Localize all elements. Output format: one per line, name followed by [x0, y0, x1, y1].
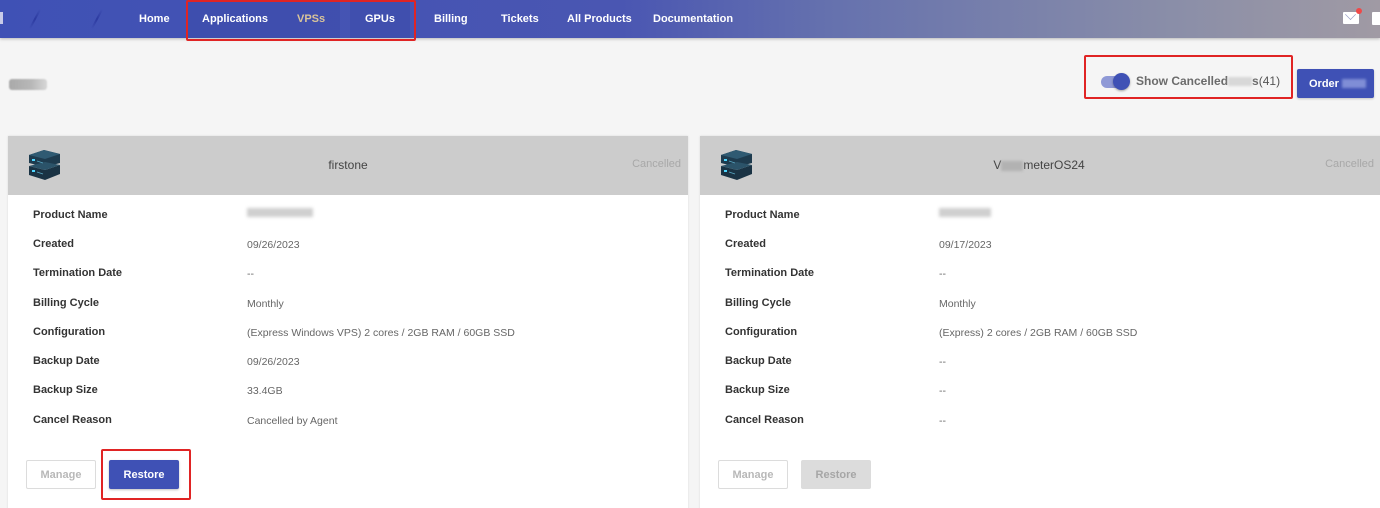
value-backup-size: 33.4GB [247, 385, 283, 397]
card-status: Cancelled [1325, 158, 1374, 170]
card-header: firstone Cancelled [8, 136, 688, 195]
manage-button[interactable]: Manage [718, 460, 788, 489]
nav-documentation[interactable]: Documentation [653, 0, 733, 38]
nav-applications[interactable]: Applications [188, 0, 283, 38]
cancelled-count: (41) [1258, 74, 1281, 88]
manage-button[interactable]: Manage [26, 460, 96, 489]
restore-button[interactable]: Restore [801, 460, 871, 489]
show-cancelled-label: Show Cancelled s(41) [1136, 74, 1280, 88]
label-backup-size: Backup Size [33, 384, 98, 396]
label-configuration: Configuration [725, 326, 798, 338]
label-product-name: Product Name [725, 209, 800, 221]
notification-dot [1356, 8, 1362, 14]
toggle-label-suffix: s [1252, 74, 1259, 88]
label-termination-date: Termination Date [725, 267, 815, 279]
nav-gpus[interactable]: GPUs [350, 0, 410, 38]
label-cancel-reason: Cancel Reason [33, 414, 112, 426]
label-backup-date: Backup Date [725, 355, 792, 367]
value-created: 09/17/2023 [939, 239, 992, 251]
value-cancel-reason: Cancelled by Agent [247, 415, 338, 427]
label-backup-size: Backup Size [725, 384, 790, 396]
value-backup-date: -- [939, 356, 946, 368]
order-button[interactable]: Order [1297, 69, 1374, 98]
toggle-label-text: Show Cancelled [1136, 74, 1229, 88]
value-product-name [247, 208, 313, 220]
label-termination-date: Termination Date [33, 267, 123, 279]
page-title-redacted [9, 79, 47, 90]
value-termination-date: -- [939, 268, 946, 280]
value-created: 09/26/2023 [247, 239, 300, 251]
vps-card: firstone Cancelled Product Name Created … [8, 136, 688, 508]
label-configuration: Configuration [33, 326, 106, 338]
nav-tickets[interactable]: Tickets [501, 0, 539, 38]
value-backup-date: 09/26/2023 [247, 356, 300, 368]
value-backup-size: -- [939, 385, 946, 397]
redacted-text [939, 208, 991, 217]
card-title-prefix: V [993, 158, 1002, 172]
nav-all-products[interactable]: All Products [567, 0, 632, 38]
decorative-slash [90, 8, 104, 30]
label-created: Created [725, 238, 766, 250]
card-title: VmeterOS24 [700, 158, 1378, 172]
top-nav-bar: Home Applications VPSs GPUs Billing Tick… [0, 0, 1380, 38]
mail-icon[interactable] [1343, 12, 1359, 24]
toggle-knob[interactable] [1113, 73, 1130, 90]
label-backup-date: Backup Date [33, 355, 100, 367]
nav-billing[interactable]: Billing [434, 0, 468, 38]
card-header: VmeterOS24 Cancelled [700, 136, 1380, 195]
decorative-slash [28, 8, 42, 30]
logo-fragment [0, 12, 3, 24]
nav-home[interactable]: Home [139, 0, 170, 38]
vps-card: VmeterOS24 Cancelled Product Name Create… [700, 136, 1380, 508]
redacted-text [247, 208, 313, 217]
redacted-text [1228, 77, 1253, 87]
redacted-text [1341, 79, 1366, 89]
value-product-name [939, 208, 991, 220]
label-product-name: Product Name [33, 209, 108, 221]
redacted-text [1001, 160, 1024, 171]
label-created: Created [33, 238, 74, 250]
label-billing-cycle: Billing Cycle [725, 297, 792, 309]
value-billing-cycle: Monthly [247, 298, 284, 310]
value-cancel-reason: -- [939, 415, 946, 427]
value-termination-date: -- [247, 268, 254, 280]
value-configuration: (Express Windows VPS) 2 cores / 2GB RAM … [247, 327, 515, 339]
card-title-suffix: meterOS24 [1023, 158, 1085, 172]
nav-vpss[interactable]: VPSs [282, 0, 341, 38]
user-icon[interactable] [1372, 12, 1380, 25]
restore-button[interactable]: Restore [109, 460, 179, 489]
value-billing-cycle: Monthly [939, 298, 976, 310]
order-label: Order [1309, 77, 1339, 90]
label-billing-cycle: Billing Cycle [33, 297, 100, 309]
label-cancel-reason: Cancel Reason [725, 414, 804, 426]
card-title: firstone [328, 158, 368, 172]
card-status: Cancelled [632, 158, 681, 170]
value-configuration: (Express) 2 cores / 2GB RAM / 60GB SSD [939, 327, 1138, 339]
